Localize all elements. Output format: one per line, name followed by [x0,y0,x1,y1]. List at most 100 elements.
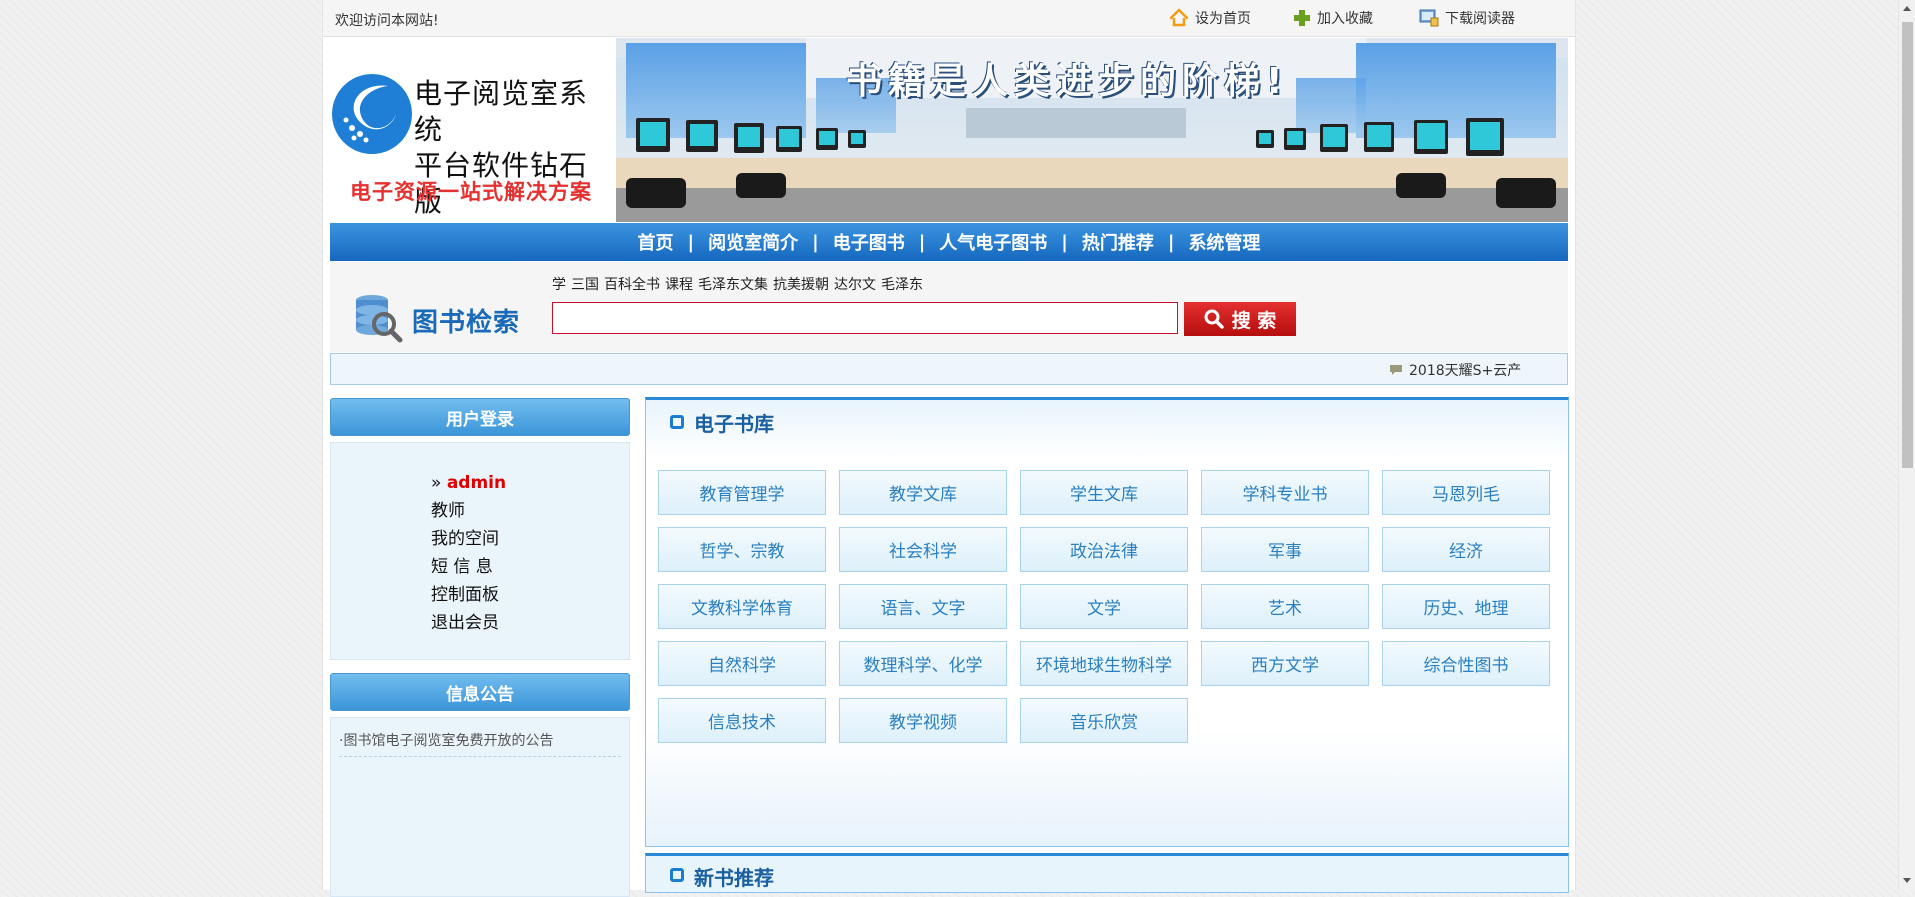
user-menu-item-control-panel[interactable]: 控制面板 [431,581,506,609]
news-marquee: 2018天耀S+云产 [330,353,1568,385]
plus-icon [1294,10,1310,26]
login-heading: 用户登录 [330,398,630,436]
user-menu-item-my-space[interactable]: 我的空间 [431,525,506,553]
search-button-label: 搜 索 [1231,309,1277,332]
category-button[interactable]: 文学 [1020,584,1188,629]
notice-item[interactable]: ·图书馆电子阅览室免费开放的公告 [339,730,621,757]
reader-icon [1419,9,1439,27]
category-button[interactable]: 艺术 [1201,584,1369,629]
category-button[interactable]: 教育管理学 [658,470,826,515]
logo-title-line1: 电子阅览室系统 [414,77,589,146]
marquee-item[interactable]: 2018天耀S+云产 [1389,360,1521,380]
category-button[interactable]: 教学文库 [839,470,1007,515]
scroll-down-arrow-icon[interactable] [1903,878,1911,883]
category-button[interactable]: 数理科学、化学 [839,641,1007,686]
category-button[interactable]: 文教科学体育 [658,584,826,629]
download-reader-link[interactable]: 下载阅读器 [1419,8,1515,28]
page-scrollbar[interactable] [1898,0,1915,890]
top-bar: 欢迎访问本网站! 设为首页 加入收藏 下载阅读器 [323,0,1575,37]
user-menu-item-logout[interactable]: 退出会员 [431,609,506,637]
nav-separator: | [1061,231,1068,253]
speech-bubble-icon [1390,365,1402,375]
search-title: 图书检索 [412,308,521,338]
logo-subtitle: 电子资源一站式解决方案 [350,180,592,204]
user-menu-item-teacher[interactable]: 教师 [431,497,506,525]
category-button[interactable]: 信息技术 [658,698,826,743]
add-favorite-link[interactable]: 加入收藏 [1293,8,1373,28]
category-button[interactable]: 马恩列毛 [1382,470,1550,515]
nav-item-admin[interactable]: 系统管理 [1174,229,1274,255]
banner-photo: 书籍是人类进步的阶梯! [616,38,1568,222]
book-search-panel: 图书检索 学 三国 百科全书 课程 毛泽东文集 抗美援朝 达尔文 毛泽东 搜 索 [330,262,1568,352]
logo-emblem-icon [332,74,412,154]
new-books-title: 新书推荐 [694,866,774,890]
category-button[interactable]: 音乐欣赏 [1020,698,1188,743]
hot-keyword[interactable]: 百科全书 [604,274,660,294]
category-button[interactable]: 自然科学 [658,641,826,686]
site-logo: 电子阅览室系统 平台软件钻石版 电子资源一站式解决方案 [330,38,616,222]
hot-keyword[interactable]: 达尔文 [834,274,876,294]
notice-heading: 信息公告 [330,673,630,711]
download-reader-label: 下载阅读器 [1445,11,1515,27]
notice-panel: ·图书馆电子阅览室免费开放的公告 [330,717,630,897]
category-button[interactable]: 学生文库 [1020,470,1188,515]
nav-item-recommended[interactable]: 热门推荐 [1068,229,1168,255]
header-banner: 电子阅览室系统 平台软件钻石版 电子资源一站式解决方案 书籍是人类进步的阶梯! [330,38,1568,222]
add-favorite-label: 加入收藏 [1317,11,1373,27]
square-bullet-icon [670,868,684,882]
search-button[interactable]: 搜 索 [1184,302,1296,336]
marquee-text: 2018天耀S+云产 [1409,363,1522,379]
category-grid: 教育管理学 教学文库 学生文库 学科专业书 马恩列毛 哲学、宗教 社会科学 政治… [658,470,1550,743]
ebook-library-header: 电子书库 [646,400,1566,442]
page-container: 欢迎访问本网站! 设为首页 加入收藏 下载阅读器 电子阅览室系统 平台软件钻石版… [322,0,1576,897]
nav-separator: | [918,231,926,253]
new-books-panel: 新书推荐 [645,853,1569,893]
hot-keyword[interactable]: 学 [552,274,566,294]
welcome-text: 欢迎访问本网站! [335,13,439,29]
scroll-up-arrow-icon[interactable] [1903,6,1911,11]
hot-keywords: 学 三国 百科全书 课程 毛泽东文集 抗美援朝 达尔文 毛泽东 [552,274,923,294]
category-button[interactable]: 教学视频 [839,698,1007,743]
set-homepage-label: 设为首页 [1195,11,1251,27]
search-input[interactable] [552,302,1178,334]
category-button[interactable]: 语言、文字 [839,584,1007,629]
category-button[interactable]: 环境地球生物科学 [1020,641,1188,686]
home-icon [1169,8,1189,27]
category-button[interactable]: 经济 [1382,527,1550,572]
ebook-library-title: 电子书库 [694,412,774,436]
category-button[interactable]: 政治法律 [1020,527,1188,572]
category-button[interactable]: 社会科学 [839,527,1007,572]
hot-keyword[interactable]: 抗美援朝 [773,274,829,294]
main-nav: 首页 | 阅览室简介 | 电子图书 | 人气电子图书 | 热门推荐 | 系统管理 [330,223,1568,261]
nav-item-popular-ebooks[interactable]: 人气电子图书 [925,229,1061,255]
nav-separator: | [687,231,695,253]
category-button[interactable]: 西方文学 [1201,641,1369,686]
login-panel: » admin 教师 我的空间 短 信 息 控制面板 退出会员 [330,442,630,660]
scrollbar-thumb[interactable] [1902,22,1913,468]
user-menu: » admin 教师 我的空间 短 信 息 控制面板 退出会员 [431,469,506,637]
banner-slogan: 书籍是人类进步的阶梯! [846,61,1289,102]
nav-item-home[interactable]: 首页 [624,229,688,255]
category-button[interactable]: 军事 [1201,527,1369,572]
nav-item-ebooks[interactable]: 电子图书 [819,229,919,255]
category-button[interactable]: 哲学、宗教 [658,527,826,572]
magnifier-icon [1204,309,1224,329]
hot-keyword[interactable]: 三国 [571,274,599,294]
category-button[interactable]: 学科专业书 [1201,470,1369,515]
user-menu-item-messages[interactable]: 短 信 息 [431,553,506,581]
database-search-icon [348,288,404,344]
category-button[interactable]: 综合性图书 [1382,641,1550,686]
category-button[interactable]: 历史、地理 [1382,584,1550,629]
hot-keyword[interactable]: 毛泽东文集 [698,274,768,294]
set-homepage-link[interactable]: 设为首页 [1169,8,1251,28]
username: admin [446,473,507,493]
user-menu-item-username[interactable]: » admin [431,469,506,497]
nav-separator: | [1167,231,1175,253]
username-prefix: » [431,473,442,493]
nav-item-about[interactable]: 阅览室简介 [694,229,812,255]
hot-keyword[interactable]: 毛泽东 [881,274,923,294]
hot-keyword[interactable]: 课程 [665,274,693,294]
ebook-library-panel: 电子书库 教育管理学 教学文库 学生文库 学科专业书 马恩列毛 哲学、宗教 社会… [645,397,1569,847]
nav-separator: | [812,231,819,253]
square-bullet-icon [670,415,684,429]
